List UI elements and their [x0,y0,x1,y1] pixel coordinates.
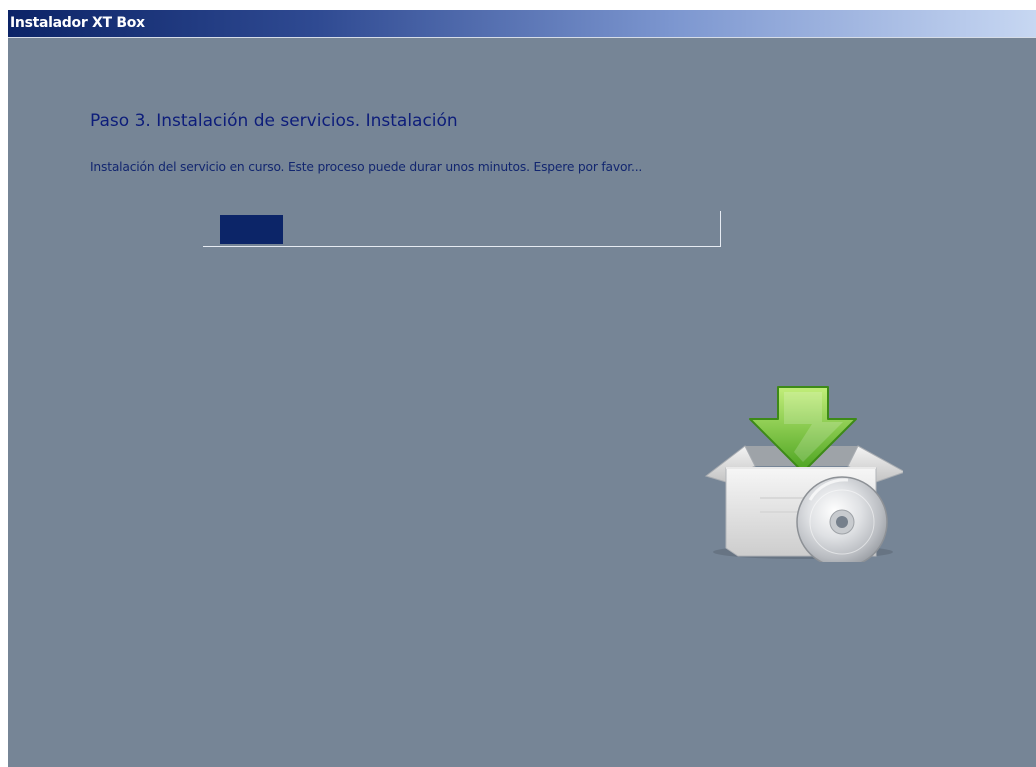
title-bar[interactable]: Instalador XT Box [8,10,1036,38]
window-title: Instalador XT Box [10,15,145,31]
box-with-download-arrow-and-cd-icon [698,372,907,568]
progress-track [220,215,702,244]
installer-window: Instalador XT Box Paso 3. Instalación de… [8,10,1036,767]
progress-bar [203,211,721,247]
step-heading: Paso 3. Instalación de servicios. Instal… [90,111,458,131]
step-description: Instalación del servicio en curso. Este … [90,160,643,174]
progress-fill [220,215,283,244]
